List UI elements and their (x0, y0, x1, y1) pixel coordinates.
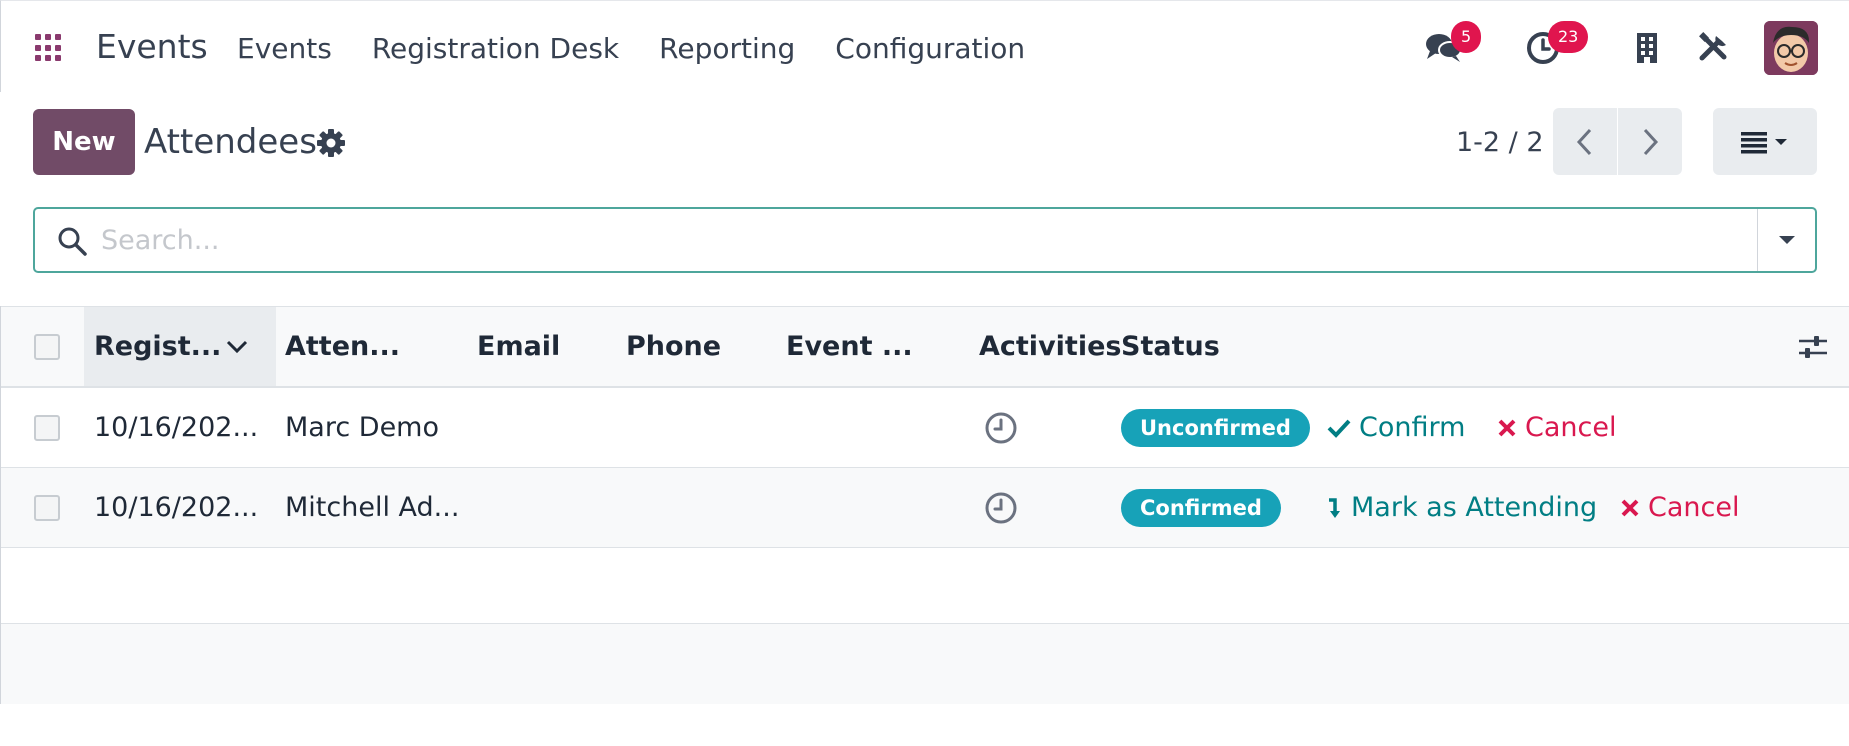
app-brand[interactable]: Events (96, 27, 208, 66)
pager-previous-button[interactable] (1553, 108, 1617, 175)
tools-icon (1699, 32, 1727, 61)
search-bar (33, 207, 1817, 273)
chevron-right-icon (1643, 128, 1659, 155)
top-navbar: Events Events Registration Desk Reportin… (0, 0, 1849, 92)
cell-registration-date: 10/16/202... (94, 492, 259, 523)
new-button[interactable]: New (33, 109, 135, 175)
messages-button[interactable]: 5 (1425, 21, 1482, 69)
column-event[interactable]: Event ... (786, 307, 913, 386)
caret-down-icon (1778, 236, 1795, 244)
row-checkbox[interactable] (34, 494, 60, 521)
menu-item-registration-desk[interactable]: Registration Desk (372, 32, 619, 65)
column-registration-date[interactable]: Regist... (84, 307, 276, 386)
cancel-label: Cancel (1525, 412, 1617, 443)
menu-item-configuration[interactable]: Configuration (835, 32, 1025, 65)
close-icon (1621, 499, 1639, 516)
activity-schedule-button[interactable] (984, 388, 1018, 467)
cancel-button[interactable]: Cancel (1497, 388, 1616, 467)
main-menu: Events Registration Desk Reporting Confi… (237, 32, 1065, 65)
cell-attendee: Marc Demo (285, 412, 439, 443)
cancel-label: Cancel (1648, 492, 1740, 523)
activities-badge: 23 (1548, 21, 1589, 53)
sliders-icon (1799, 335, 1827, 358)
attendees-table: Regist... Atten... Email Phone Event ...… (0, 306, 1849, 704)
table-header: Regist... Atten... Email Phone Event ...… (1, 306, 1849, 388)
status-badge[interactable]: Unconfirmed (1121, 408, 1310, 447)
activities-button[interactable]: 23 (1526, 21, 1589, 69)
page-title[interactable]: Attendees (144, 122, 317, 162)
level-down-icon (1329, 497, 1340, 518)
check-icon (1327, 419, 1351, 438)
search-input[interactable] (101, 217, 1781, 263)
chevron-left-icon (1576, 128, 1592, 155)
building-icon (1637, 33, 1657, 63)
chevron-down-icon (226, 340, 248, 353)
confirm-button[interactable]: Confirm (1327, 388, 1465, 467)
optional-columns-toggle[interactable] (1798, 307, 1828, 386)
clock-icon (985, 492, 1017, 523)
company-switcher[interactable] (1635, 32, 1659, 68)
cancel-button[interactable]: Cancel (1620, 468, 1739, 547)
pager-value[interactable]: 1-2 / 2 (1456, 127, 1544, 158)
view-switcher-button[interactable] (1713, 108, 1817, 175)
user-avatar[interactable] (1764, 21, 1818, 75)
cell-attendee: Mitchell Ad... (285, 492, 460, 523)
column-status[interactable]: Status (1121, 307, 1220, 386)
apps-grid-icon[interactable] (35, 34, 63, 62)
close-icon (1498, 419, 1516, 436)
row-checkbox[interactable] (34, 414, 60, 441)
column-attendee[interactable]: Atten... (285, 307, 400, 386)
column-email[interactable]: Email (477, 307, 560, 386)
gear-icon[interactable] (316, 128, 346, 158)
confirm-label: Confirm (1359, 412, 1466, 443)
cell-registration-date: 10/16/202... (94, 412, 259, 443)
mark-as-attending-button[interactable]: Mark as Attending (1327, 468, 1597, 547)
mark-as-attending-label: Mark as Attending (1351, 492, 1598, 523)
column-activities[interactable]: Activities (979, 307, 1121, 386)
empty-row (1, 624, 1849, 704)
status-badge[interactable]: Confirmed (1121, 488, 1281, 527)
column-header-label: Regist... (94, 331, 222, 362)
menu-item-reporting[interactable]: Reporting (659, 32, 795, 65)
select-all-checkbox[interactable] (34, 333, 60, 360)
activity-schedule-button[interactable] (984, 468, 1018, 547)
table-row[interactable]: 10/16/202... Marc Demo Unconfirmed Confi… (1, 388, 1849, 468)
avatar-illustration (1764, 21, 1818, 75)
search-options-toggle[interactable] (1757, 209, 1815, 271)
search-icon (58, 227, 87, 256)
settings-tools-button[interactable] (1698, 32, 1730, 68)
column-phone[interactable]: Phone (626, 307, 721, 386)
clock-icon (985, 412, 1017, 443)
empty-row (1, 548, 1849, 624)
table-row[interactable]: 10/16/202... Mitchell Ad... Confirmed Ma… (1, 468, 1849, 548)
messages-badge: 5 (1451, 21, 1482, 53)
menu-item-events[interactable]: Events (237, 32, 332, 65)
pager-next-button[interactable] (1618, 108, 1682, 175)
list-view-icon (1741, 131, 1787, 153)
